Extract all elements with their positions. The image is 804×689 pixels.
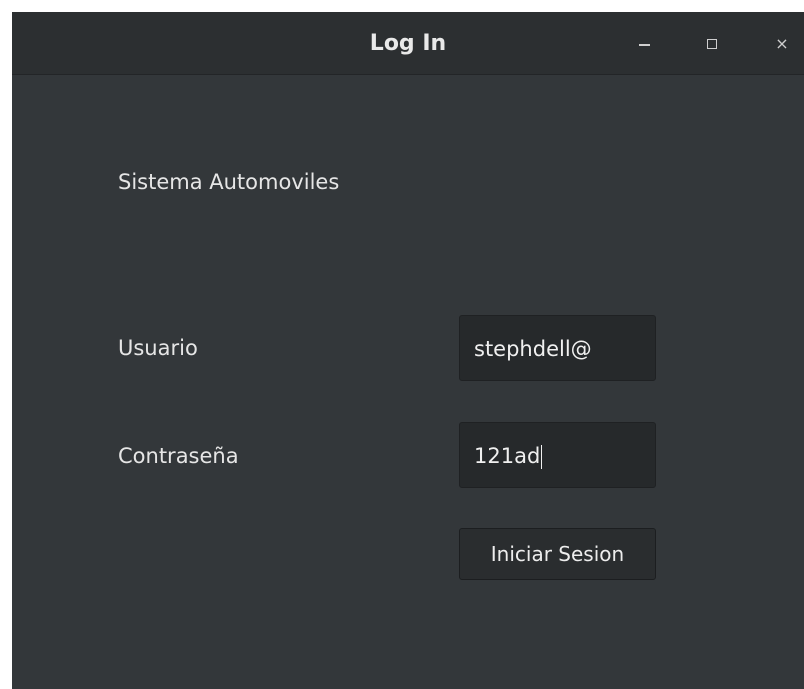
username-input[interactable]: stephdell@	[459, 315, 656, 381]
close-icon: ×	[775, 33, 789, 53]
minimize-icon	[638, 43, 650, 46]
username-value: stephdell@	[474, 337, 592, 361]
password-value: 121ad	[474, 444, 541, 468]
minimize-button[interactable]	[624, 12, 664, 75]
close-button[interactable]: ×	[762, 12, 802, 75]
login-window: Log In × Sistema Automoviles Usuario ste…	[12, 12, 804, 689]
maximize-button[interactable]	[692, 12, 732, 75]
username-label: Usuario	[118, 336, 198, 360]
text-caret	[541, 445, 543, 469]
window-title: Log In	[369, 31, 447, 56]
app-title: Sistema Automoviles	[118, 170, 340, 194]
login-button[interactable]: Iniciar Sesion	[459, 528, 656, 580]
password-input[interactable]: 121ad	[459, 422, 656, 488]
title-bar[interactable]: Log In ×	[12, 12, 804, 75]
maximize-icon	[707, 38, 717, 49]
password-label: Contraseña	[118, 444, 239, 468]
